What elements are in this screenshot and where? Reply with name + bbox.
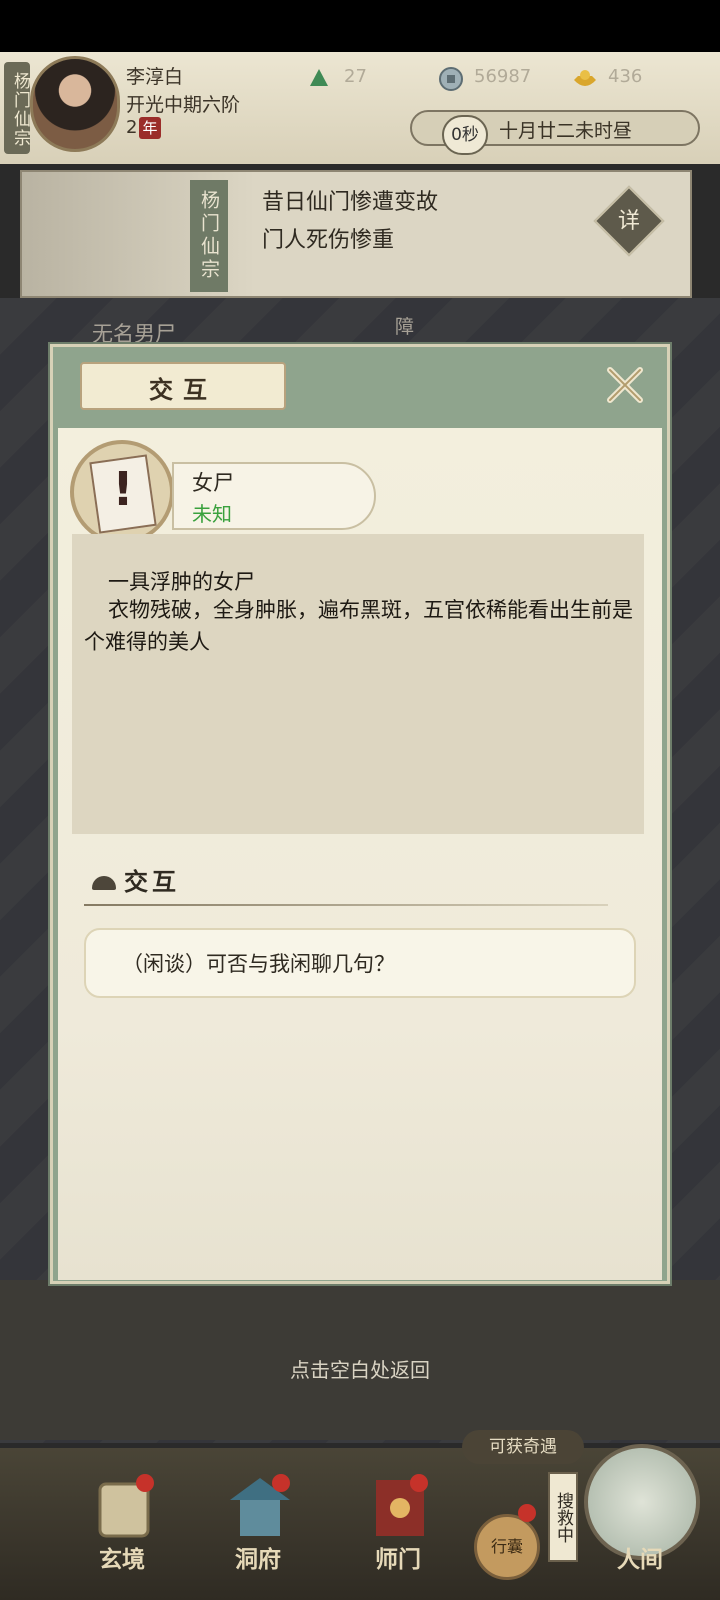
notice-sect-label: 杨门仙宗 <box>190 180 228 292</box>
top-status-strip <box>0 0 720 52</box>
tap-to-return-hint: 点击空白处返回 <box>290 1358 430 1382</box>
player-avatar[interactable] <box>30 56 120 152</box>
section-divider <box>84 904 608 906</box>
jade-count: 27 <box>344 66 367 87</box>
encounter-tag[interactable]: 可获奇遇 <box>462 1430 584 1464</box>
ingot-count: 436 <box>608 66 643 87</box>
years-unit-badge: 年 <box>139 117 161 139</box>
notification-dot <box>518 1504 536 1522</box>
close-icon[interactable] <box>604 364 646 406</box>
description-text: 衣物残破，全身肿胀，遍布黑斑，五官依稀能看出生前是个难得的美人 <box>84 598 633 654</box>
notice-line-1: 昔日仙门惨遭变故 <box>262 190 439 215</box>
notification-dot <box>410 1474 428 1492</box>
interaction-section-title: 交互 <box>124 867 180 896</box>
years-value: 2 <box>126 117 138 138</box>
notification-dot <box>272 1474 290 1492</box>
description-title: 一具浮肿的女尸 <box>108 570 255 594</box>
nav-xuanjing[interactable]: 玄境 <box>72 1540 172 1574</box>
coin-icon <box>439 67 463 91</box>
jade-icon <box>310 69 328 86</box>
npc-status: 未知 <box>192 502 232 526</box>
detail-button-label: 详 <box>617 209 640 234</box>
notification-dot <box>136 1474 154 1492</box>
exclamation-icon: ! <box>112 462 134 516</box>
dialog-title: 交互 <box>149 375 217 404</box>
nav-shimen[interactable]: 师门 <box>348 1540 448 1574</box>
scene-side-text: 障 <box>395 316 415 338</box>
sect-tag[interactable]: 杨门仙宗 <box>4 62 30 154</box>
notice-line-2: 门人死伤惨重 <box>262 228 395 253</box>
countdown-timer[interactable]: 0秒 <box>442 115 488 155</box>
nav-dongfu[interactable]: 洞府 <box>208 1540 308 1574</box>
nav-renjian[interactable]: 人间 <box>590 1540 690 1574</box>
character-realm: 开光中期六阶 <box>126 94 241 116</box>
game-date: 十月廿二未时昼 <box>499 120 633 142</box>
search-rescue-tag: 搜救中 <box>548 1472 578 1562</box>
character-name: 李淳白 <box>126 66 184 88</box>
ingot-icon <box>574 70 596 86</box>
bag-button[interactable]: 行囊 <box>474 1514 540 1580</box>
npc-name: 女尸 <box>192 471 234 495</box>
chat-option-label: （闲谈）可否与我闲聊几句？ <box>122 952 395 976</box>
coin-count: 56987 <box>474 66 532 87</box>
